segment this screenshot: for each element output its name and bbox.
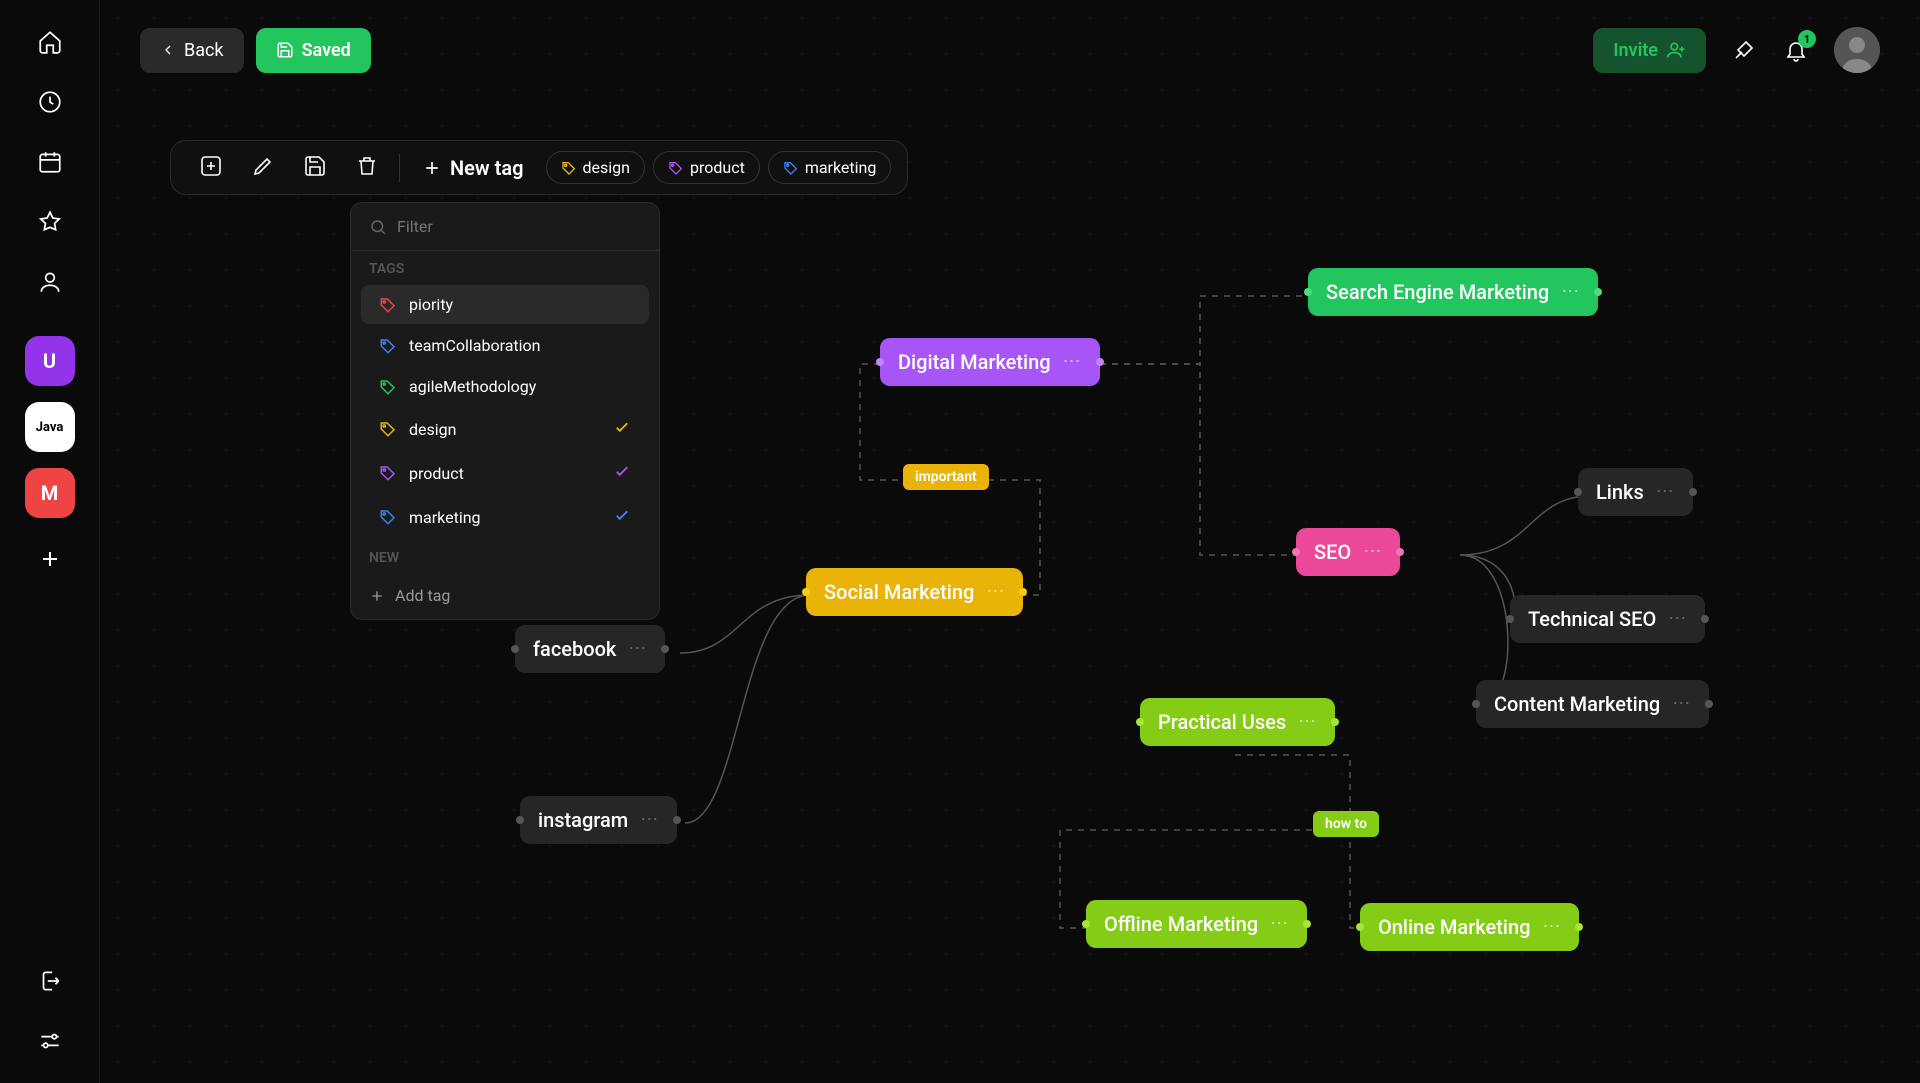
- node-practical-uses[interactable]: Practical Uses⋯: [1140, 698, 1335, 746]
- node-instagram[interactable]: instagram⋯: [520, 796, 677, 844]
- tag-chip-label: design: [583, 158, 630, 177]
- node-facebook[interactable]: facebook⋯: [515, 625, 665, 673]
- dd-item-product[interactable]: product: [361, 452, 649, 494]
- node-digital-marketing[interactable]: Digital Marketing⋯: [880, 338, 1100, 386]
- invite-label: Invite: [1613, 40, 1658, 61]
- settings-sliders-icon[interactable]: [36, 1027, 64, 1055]
- filter-search[interactable]: [351, 203, 659, 251]
- dd-item-label: agileMethodology: [409, 377, 536, 396]
- back-button[interactable]: Back: [140, 28, 244, 73]
- check-icon: [613, 506, 631, 528]
- toolbar-separator: [399, 154, 400, 182]
- node-label: SEO: [1314, 540, 1351, 564]
- bell-icon[interactable]: 1: [1782, 36, 1810, 64]
- avatar[interactable]: [1834, 27, 1880, 73]
- node-seo[interactable]: SEO⋯: [1296, 528, 1400, 576]
- tag-chip-product[interactable]: product: [653, 151, 760, 184]
- node-label: instagram: [538, 808, 628, 832]
- dd-item-design[interactable]: design: [361, 408, 649, 450]
- node-content-marketing[interactable]: Content Marketing⋯: [1476, 680, 1709, 728]
- dd-item-label: product: [409, 464, 464, 483]
- saved-button[interactable]: Saved: [256, 28, 371, 73]
- filter-input[interactable]: [397, 217, 641, 236]
- invite-button[interactable]: Invite: [1593, 28, 1706, 73]
- add-workspace-button[interactable]: [25, 534, 75, 584]
- logout-icon[interactable]: [36, 967, 64, 995]
- add-node-icon[interactable]: [199, 154, 223, 182]
- dd-item-label: design: [409, 420, 456, 439]
- node-label: Online Marketing: [1378, 915, 1530, 939]
- node-social-marketing[interactable]: Social Marketing⋯: [806, 568, 1023, 616]
- dd-item-teamCollaboration[interactable]: teamCollaboration: [361, 326, 649, 365]
- edge-label-important[interactable]: important: [903, 464, 989, 490]
- node-label: Social Marketing: [824, 580, 974, 604]
- new-tag-label: New tag: [450, 156, 524, 180]
- edge-label-how-to[interactable]: how to: [1313, 811, 1379, 837]
- node-label: Offline Marketing: [1104, 912, 1258, 936]
- pencil-icon[interactable]: [251, 154, 275, 182]
- check-icon: [613, 418, 631, 440]
- workspace-tile-u[interactable]: U: [25, 336, 75, 386]
- node-technical-seo[interactable]: Technical SEO⋯: [1510, 595, 1705, 643]
- dd-item-piority[interactable]: piority: [361, 285, 649, 324]
- node-label: Links: [1596, 480, 1644, 504]
- save-icon[interactable]: [303, 154, 327, 182]
- node-offline-marketing[interactable]: Offline Marketing⋯: [1086, 900, 1307, 948]
- brush-icon[interactable]: [1730, 36, 1758, 64]
- dd-item-label: piority: [409, 295, 453, 314]
- dd-item-marketing[interactable]: marketing: [361, 496, 649, 538]
- dd-item-label: teamCollaboration: [409, 336, 540, 355]
- dd-section-tags: TAGS: [351, 251, 659, 283]
- dd-section-new: NEW: [351, 540, 659, 572]
- add-tag-label: Add tag: [395, 586, 450, 605]
- node-online-marketing[interactable]: Online Marketing⋯: [1360, 903, 1579, 951]
- dd-item-agileMethodology[interactable]: agileMethodology: [361, 367, 649, 406]
- calendar-icon[interactable]: [36, 148, 64, 176]
- tag-chip-marketing[interactable]: marketing: [768, 151, 892, 184]
- node-search-engine-marketing[interactable]: Search Engine Marketing⋯: [1308, 268, 1598, 316]
- tag-chip-design[interactable]: design: [546, 151, 645, 184]
- node-label: Practical Uses: [1158, 710, 1286, 734]
- notif-badge: 1: [1798, 30, 1816, 48]
- user-icon[interactable]: [36, 268, 64, 296]
- home-icon[interactable]: [36, 28, 64, 56]
- clock-icon[interactable]: [36, 88, 64, 116]
- tag-chip-label: marketing: [805, 158, 877, 177]
- toolbar: New tag design product marketing: [170, 140, 908, 195]
- back-label: Back: [184, 40, 224, 61]
- new-tag-button[interactable]: New tag: [408, 156, 538, 180]
- sidebar: U Java M: [0, 0, 100, 1083]
- tag-chip-label: product: [690, 158, 745, 177]
- node-label: Search Engine Marketing: [1326, 280, 1549, 304]
- workspace-tile-m[interactable]: M: [25, 468, 75, 518]
- saved-label: Saved: [302, 40, 351, 61]
- topbar: Back Saved Invite 1: [100, 0, 1920, 100]
- node-links[interactable]: Links⋯: [1578, 468, 1693, 516]
- star-icon[interactable]: [36, 208, 64, 236]
- workspace-tile-java[interactable]: Java: [25, 402, 75, 452]
- node-label: facebook: [533, 637, 616, 661]
- node-label: Content Marketing: [1494, 692, 1660, 716]
- dd-item-label: marketing: [409, 508, 481, 527]
- node-label: Technical SEO: [1528, 607, 1656, 631]
- tag-dropdown: TAGS piority teamCollaboration agileMethod…: [350, 202, 660, 620]
- check-icon: [613, 462, 631, 484]
- add-tag-button[interactable]: Add tag: [351, 572, 659, 619]
- node-label: Digital Marketing: [898, 350, 1051, 374]
- trash-icon[interactable]: [355, 154, 379, 182]
